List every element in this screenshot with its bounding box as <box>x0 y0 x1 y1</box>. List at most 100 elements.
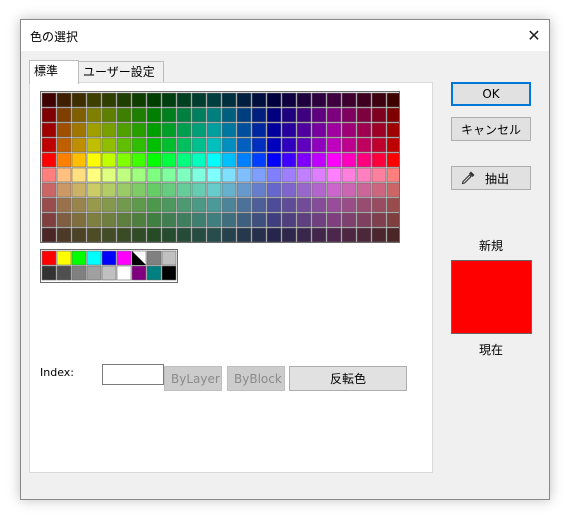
palette-swatch[interactable] <box>176 122 192 138</box>
palette-swatch[interactable] <box>251 92 267 108</box>
palette-swatch[interactable] <box>56 212 72 228</box>
palette-swatch[interactable] <box>266 212 282 228</box>
palette-swatch[interactable] <box>86 107 102 123</box>
palette-swatch[interactable] <box>116 137 132 153</box>
palette-swatch[interactable] <box>161 92 177 108</box>
palette-swatch[interactable] <box>236 122 252 138</box>
standard-color-swatch[interactable] <box>56 265 72 281</box>
palette-swatch[interactable] <box>356 212 372 228</box>
palette-swatch[interactable] <box>341 152 357 168</box>
palette-swatch[interactable] <box>71 92 87 108</box>
palette-swatch[interactable] <box>266 197 282 213</box>
palette-swatch[interactable] <box>326 227 342 242</box>
palette-swatch[interactable] <box>311 107 327 123</box>
palette-swatch[interactable] <box>266 182 282 198</box>
palette-swatch[interactable] <box>176 197 192 213</box>
palette-swatch[interactable] <box>236 212 252 228</box>
palette-swatch[interactable] <box>386 167 399 183</box>
palette-swatch[interactable] <box>86 137 102 153</box>
palette-swatch[interactable] <box>131 197 147 213</box>
palette-swatch[interactable] <box>221 167 237 183</box>
palette-swatch[interactable] <box>326 182 342 198</box>
palette-swatch[interactable] <box>41 212 57 228</box>
palette-swatch[interactable] <box>116 182 132 198</box>
palette-swatch[interactable] <box>281 107 297 123</box>
palette-swatch[interactable] <box>161 197 177 213</box>
palette-swatch[interactable] <box>101 197 117 213</box>
palette-swatch[interactable] <box>86 212 102 228</box>
standard-color-swatch[interactable] <box>56 250 72 266</box>
palette-swatch[interactable] <box>161 107 177 123</box>
palette-swatch[interactable] <box>176 92 192 108</box>
palette-swatch[interactable] <box>341 212 357 228</box>
palette-swatch[interactable] <box>236 152 252 168</box>
palette-swatch[interactable] <box>341 92 357 108</box>
palette-swatch[interactable] <box>206 212 222 228</box>
palette-swatch[interactable] <box>356 227 372 242</box>
palette-swatch[interactable] <box>146 182 162 198</box>
palette-swatch[interactable] <box>326 197 342 213</box>
palette-swatch[interactable] <box>131 92 147 108</box>
palette-swatch[interactable] <box>71 167 87 183</box>
palette-swatch[interactable] <box>266 167 282 183</box>
palette-swatch[interactable] <box>386 182 399 198</box>
palette-swatch[interactable] <box>41 137 57 153</box>
palette-swatch[interactable] <box>371 92 387 108</box>
standard-color-swatch[interactable] <box>131 265 147 281</box>
palette-swatch[interactable] <box>176 152 192 168</box>
palette-swatch[interactable] <box>71 212 87 228</box>
palette-swatch[interactable] <box>146 152 162 168</box>
palette-swatch[interactable] <box>101 122 117 138</box>
palette-swatch[interactable] <box>131 182 147 198</box>
palette-swatch[interactable] <box>281 182 297 198</box>
palette-swatch[interactable] <box>341 137 357 153</box>
palette-swatch[interactable] <box>236 137 252 153</box>
palette-swatch[interactable] <box>101 152 117 168</box>
standard-color-swatch[interactable] <box>161 250 177 266</box>
byblock-button[interactable]: ByBlock <box>227 366 285 391</box>
palette-swatch[interactable] <box>311 137 327 153</box>
palette-swatch[interactable] <box>131 137 147 153</box>
palette-swatch[interactable] <box>101 137 117 153</box>
palette-swatch[interactable] <box>266 227 282 242</box>
palette-swatch[interactable] <box>251 212 267 228</box>
palette-swatch[interactable] <box>371 212 387 228</box>
palette-swatch[interactable] <box>281 227 297 242</box>
palette-swatch[interactable] <box>296 167 312 183</box>
palette-swatch[interactable] <box>71 122 87 138</box>
palette-swatch[interactable] <box>386 137 399 153</box>
close-icon[interactable]: ✕ <box>519 20 549 51</box>
palette-swatch[interactable] <box>56 137 72 153</box>
palette-swatch[interactable] <box>371 152 387 168</box>
palette-swatch[interactable] <box>191 137 207 153</box>
palette-swatch[interactable] <box>176 212 192 228</box>
palette-swatch[interactable] <box>101 167 117 183</box>
palette-swatch[interactable] <box>86 227 102 242</box>
palette-swatch[interactable] <box>326 122 342 138</box>
palette-swatch[interactable] <box>356 152 372 168</box>
palette-swatch[interactable] <box>281 167 297 183</box>
palette-swatch[interactable] <box>161 182 177 198</box>
palette-swatch[interactable] <box>326 167 342 183</box>
palette-swatch[interactable] <box>41 167 57 183</box>
palette-swatch[interactable] <box>281 152 297 168</box>
palette-swatch[interactable] <box>266 107 282 123</box>
palette-swatch[interactable] <box>206 167 222 183</box>
palette-swatch[interactable] <box>71 137 87 153</box>
palette-swatch[interactable] <box>356 122 372 138</box>
palette-swatch[interactable] <box>206 197 222 213</box>
palette-swatch[interactable] <box>236 227 252 242</box>
palette-swatch[interactable] <box>146 227 162 242</box>
palette-swatch[interactable] <box>311 197 327 213</box>
palette-swatch[interactable] <box>176 137 192 153</box>
palette-swatch[interactable] <box>356 197 372 213</box>
palette-swatch[interactable] <box>236 107 252 123</box>
standard-color-swatch[interactable] <box>41 250 57 266</box>
palette-swatch[interactable] <box>116 197 132 213</box>
standard-color-swatch[interactable] <box>86 265 102 281</box>
palette-swatch[interactable] <box>206 227 222 242</box>
palette-swatch[interactable] <box>356 167 372 183</box>
palette-swatch[interactable] <box>266 122 282 138</box>
palette-swatch[interactable] <box>251 182 267 198</box>
palette-swatch[interactable] <box>206 107 222 123</box>
